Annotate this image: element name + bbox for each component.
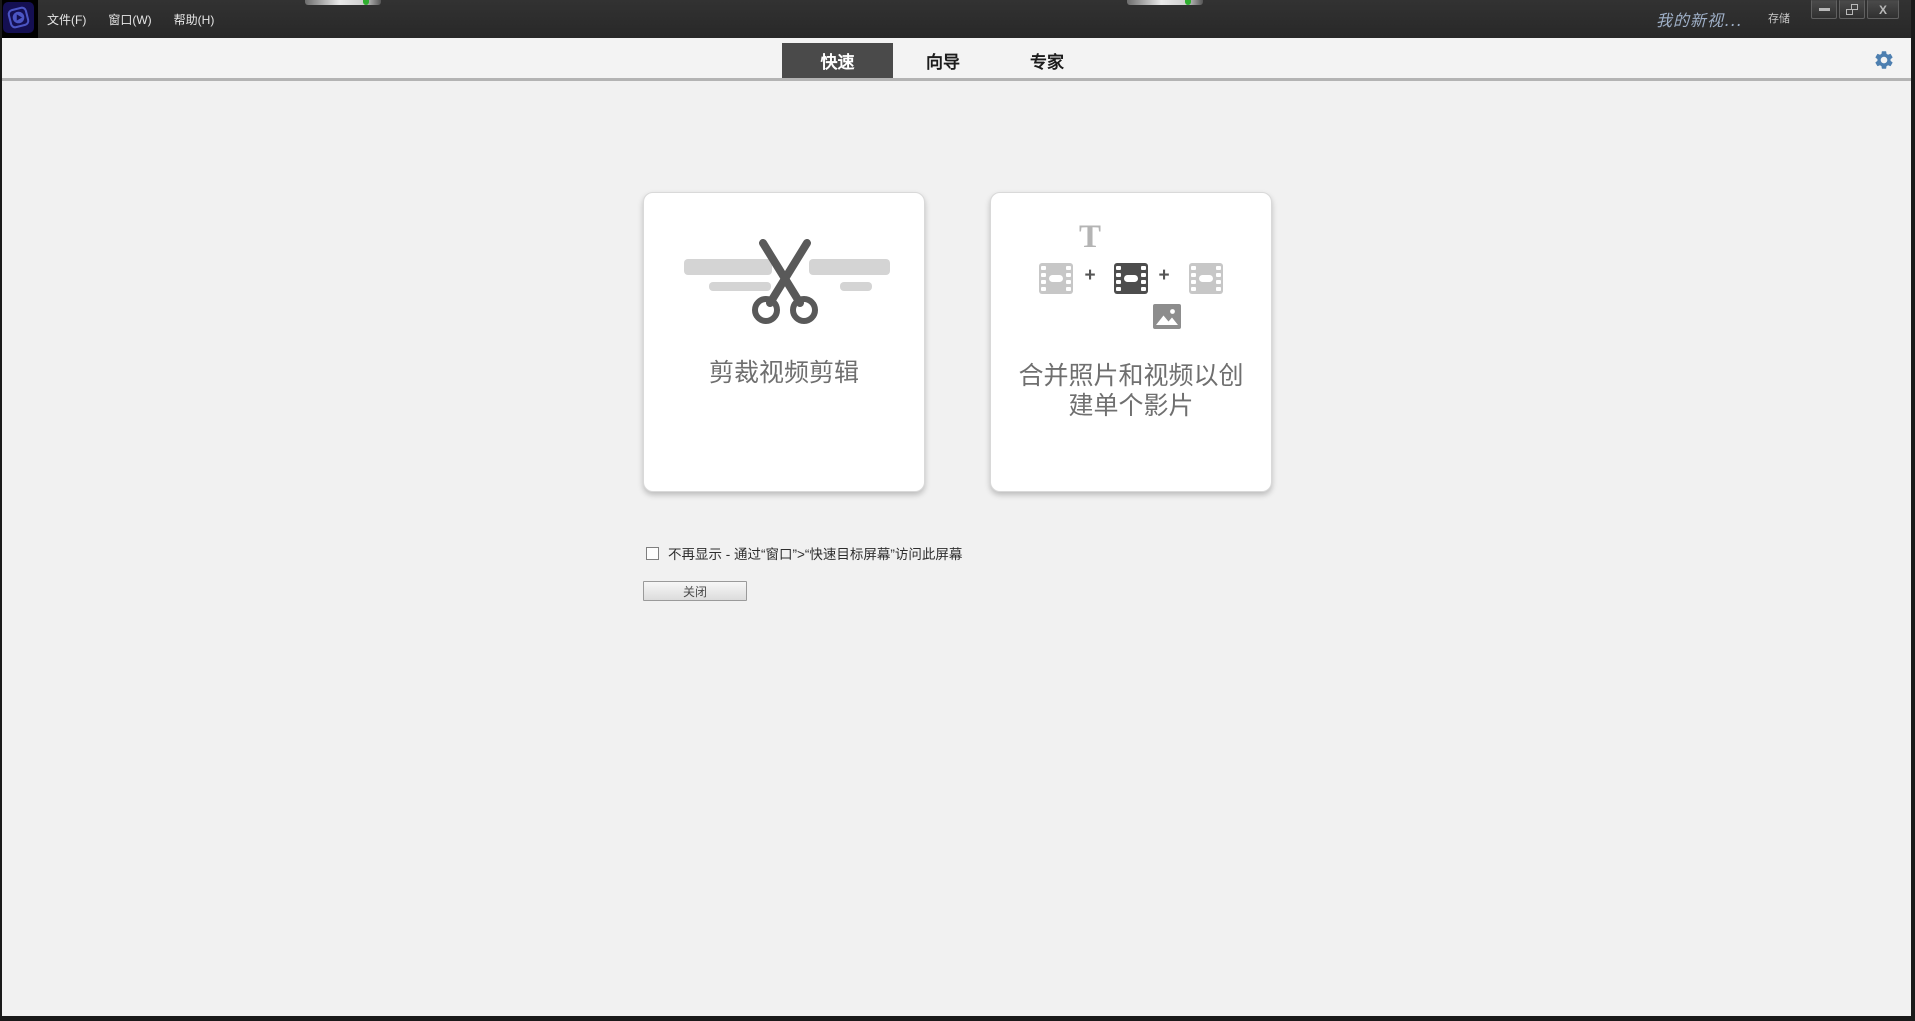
app-window: 文件(F) 窗口(W) 帮助(H) 我的新视... 存储 X 快速 向导 专家 bbox=[0, 0, 1915, 1021]
top-sliver-right bbox=[1127, 0, 1203, 5]
clip-bar bbox=[840, 282, 872, 291]
plus-sign: + bbox=[1084, 265, 1096, 286]
minimize-icon bbox=[1818, 8, 1830, 11]
menu-window[interactable]: 窗口(W) bbox=[108, 11, 151, 28]
close-icon: X bbox=[1878, 2, 1887, 17]
photo-icon bbox=[1153, 304, 1181, 329]
green-status-dot bbox=[363, 0, 369, 5]
app-logo-icon bbox=[3, 2, 34, 33]
card-trim-video[interactable]: 剪裁视频剪辑 bbox=[643, 192, 925, 492]
menu-items: 文件(F) 窗口(W) 帮助(H) bbox=[47, 0, 214, 38]
window-border-bottom bbox=[0, 1016, 1915, 1021]
dont-show-checkbox[interactable] bbox=[646, 546, 659, 560]
mode-tabbar: 快速 向导 专家 bbox=[0, 38, 1915, 81]
plus-sign: + bbox=[1158, 265, 1170, 286]
minimize-button[interactable] bbox=[1811, 0, 1837, 19]
filmstrip-icon bbox=[1039, 263, 1073, 294]
card-trim-video-label: 剪裁视频剪辑 bbox=[708, 359, 859, 387]
filmstrip-icon bbox=[1189, 263, 1223, 294]
tab-guided[interactable]: 向导 bbox=[903, 43, 983, 78]
window-controls: X bbox=[1811, 0, 1899, 19]
menu-file[interactable]: 文件(F) bbox=[47, 11, 86, 28]
card-combine-media[interactable]: T + + 合并照片和视频以创 建单个影片 bbox=[990, 192, 1272, 492]
card-combine-media-label: 合并照片和视频以创 建单个影片 bbox=[1018, 362, 1244, 420]
dont-show-label: 不再显示 - 通过“窗口”>“快速目标屏幕”访问此屏幕 bbox=[668, 547, 963, 562]
scissors-icon bbox=[752, 239, 818, 324]
project-title: 我的新视... bbox=[1656, 11, 1743, 30]
settings-gear-icon[interactable] bbox=[1873, 49, 1895, 71]
close-dialog-button[interactable]: 关闭 bbox=[643, 581, 747, 601]
close-window-button[interactable]: X bbox=[1867, 0, 1899, 19]
restore-icon bbox=[1846, 4, 1858, 15]
title-text-icon: T bbox=[1078, 219, 1101, 255]
menu-help[interactable]: 帮助(H) bbox=[174, 11, 215, 28]
menubar: 文件(F) 窗口(W) 帮助(H) 我的新视... 存储 X bbox=[0, 0, 1915, 38]
tab-expert[interactable]: 专家 bbox=[1007, 43, 1087, 78]
filmstrip-icon bbox=[1114, 263, 1148, 294]
window-border-right bbox=[1911, 0, 1915, 1021]
restore-button[interactable] bbox=[1839, 0, 1865, 19]
top-sliver-left bbox=[305, 0, 381, 5]
save-button[interactable]: 存储 bbox=[1768, 10, 1790, 26]
dont-show-row: 不再显示 - 通过“窗口”>“快速目标屏幕”访问此屏幕 bbox=[646, 543, 962, 563]
green-status-dot bbox=[1185, 0, 1191, 5]
window-border-left bbox=[0, 0, 2, 1021]
tab-quick[interactable]: 快速 bbox=[782, 43, 893, 78]
